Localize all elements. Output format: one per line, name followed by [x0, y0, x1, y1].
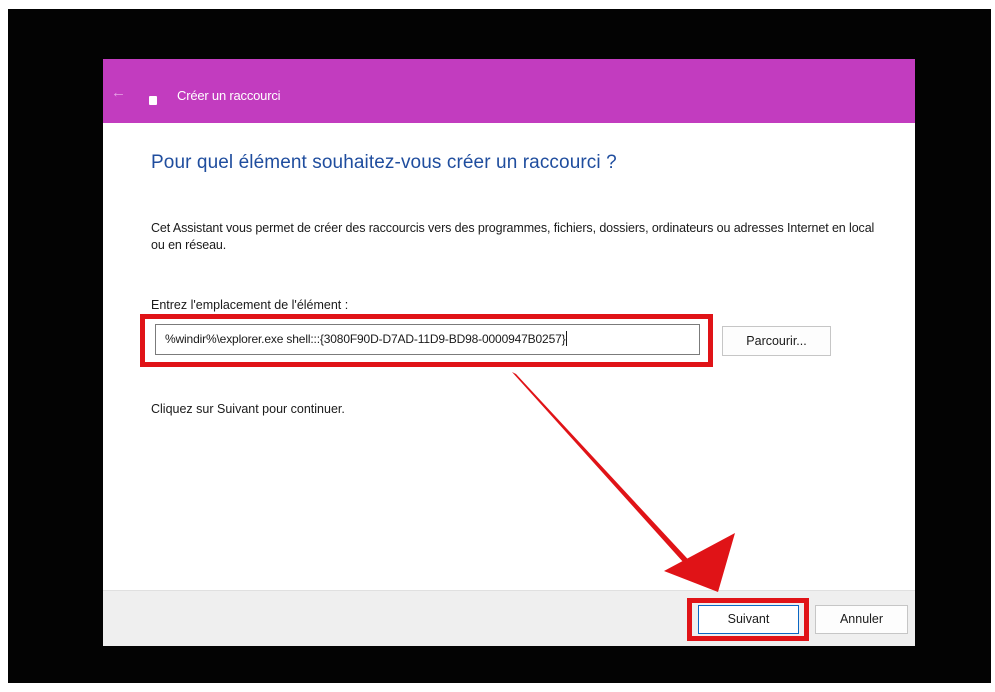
next-highlight-box	[687, 598, 809, 641]
back-arrow-icon[interactable]: ←	[111, 85, 126, 100]
cancel-button[interactable]: Annuler	[815, 605, 908, 634]
location-label: Entrez l'emplacement de l'élément :	[151, 298, 349, 312]
title-bar: ← Créer un raccourci	[103, 59, 915, 123]
browse-button[interactable]: Parcourir...	[722, 326, 831, 356]
wizard-heading: Pour quel élément souhaitez-vous créer u…	[151, 152, 617, 173]
window-title: Créer un raccourci	[177, 88, 281, 103]
wizard-description: Cet Assistant vous permet de créer des r…	[151, 221, 875, 252]
shortcut-icon	[149, 96, 157, 105]
continue-hint: Cliquez sur Suivant pour continuer.	[151, 402, 345, 416]
screenshot-stage: ← Créer un raccourci Pour quel élément s…	[0, 0, 995, 692]
input-highlight-box	[140, 314, 713, 367]
create-shortcut-dialog: ← Créer un raccourci Pour quel élément s…	[103, 59, 915, 646]
